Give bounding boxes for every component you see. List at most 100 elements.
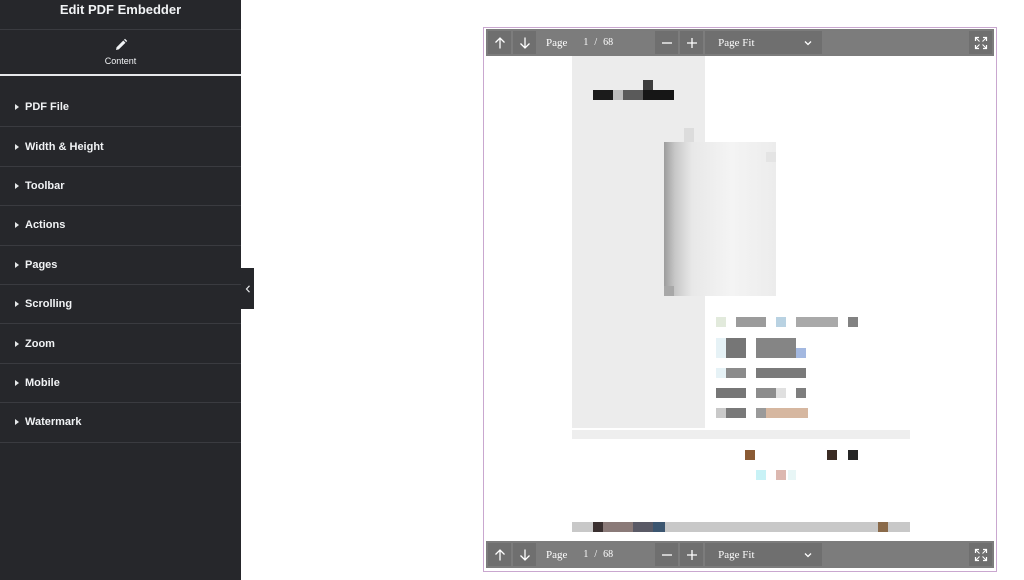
plus-icon [686, 549, 697, 560]
arrow-up-icon [494, 548, 505, 560]
fullscreen-icon [974, 36, 987, 49]
partner-logos [788, 470, 796, 480]
page-footer-bar [878, 522, 888, 532]
section-label: PDF File [25, 101, 70, 114]
partner-logos [745, 450, 755, 460]
chevron-down-icon [804, 40, 812, 45]
zoom-in-button[interactable] [680, 31, 704, 54]
page-footer-bar [603, 522, 633, 532]
tab-content[interactable]: Content [104, 38, 137, 66]
book-image [766, 152, 776, 162]
app-window: Edit PDF Embedder Content PDF File Width… [0, 0, 1024, 580]
next-page-button[interactable] [513, 31, 536, 54]
next-page-button[interactable] [513, 543, 536, 566]
current-page-input[interactable]: 1 [583, 549, 588, 560]
section-label: Actions [25, 219, 66, 232]
zoom-select[interactable]: Page Fit [705, 31, 823, 54]
caret-right-icon [15, 182, 19, 189]
minus-icon [661, 553, 672, 556]
zoom-select[interactable]: Page Fit [705, 543, 823, 566]
minus-icon [661, 41, 672, 44]
prev-page-button[interactable] [488, 31, 511, 54]
editor-panel: Edit PDF Embedder Content PDF File Width… [0, 0, 241, 580]
section-watermark[interactable]: Watermark [0, 403, 241, 443]
zoom-in-button[interactable] [680, 543, 704, 566]
pdf-toolbar-bottom: Page 1 / 68 Page Fit [486, 541, 994, 568]
logo-block [613, 90, 623, 100]
text-block [776, 317, 786, 327]
zoom-select-value: Page Fit [718, 548, 755, 561]
text-block [726, 368, 746, 378]
arrow-up-icon [494, 36, 505, 48]
fullscreen-button[interactable] [969, 543, 992, 566]
text-block [766, 408, 808, 418]
section-toolbar[interactable]: Toolbar [0, 167, 241, 207]
prev-page-button[interactable] [488, 543, 511, 566]
pdf-toolbar-top: Page 1 / 68 Page Fit [486, 29, 994, 56]
text-block [716, 408, 726, 418]
text-block [716, 338, 726, 358]
section-pdf-file[interactable]: PDF File [0, 88, 241, 128]
partner-logos [827, 450, 837, 460]
book-image [664, 142, 776, 296]
caret-right-icon [15, 419, 19, 426]
page-count: 68 [603, 549, 614, 560]
logo-block [643, 80, 653, 90]
section-width-height[interactable]: Width & Height [0, 127, 241, 167]
book-image [664, 286, 674, 296]
caret-right-icon [15, 261, 19, 268]
text-block [796, 348, 806, 358]
text-block [796, 388, 806, 398]
tab-content-label: Content [104, 56, 137, 66]
panel-header: Edit PDF Embedder [0, 0, 241, 30]
section-label: Scrolling [25, 298, 73, 311]
text-block [716, 388, 746, 398]
section-actions[interactable]: Actions [0, 206, 241, 246]
caret-right-icon [15, 379, 19, 386]
partner-logos [776, 470, 786, 480]
text-block [756, 408, 766, 418]
page-separator: / [594, 549, 598, 560]
text-block [736, 317, 766, 327]
text-block [726, 408, 746, 418]
panel-collapse-button[interactable] [241, 268, 254, 309]
text-block [726, 338, 746, 358]
page-footer-bar [593, 522, 603, 532]
caret-right-icon [15, 104, 19, 111]
text-block [716, 317, 726, 327]
section-mobile[interactable]: Mobile [0, 364, 241, 404]
book-image [684, 128, 694, 142]
section-label: Zoom [25, 337, 55, 350]
text-block [756, 338, 796, 358]
fullscreen-button[interactable] [969, 31, 992, 54]
chevron-down-icon [804, 552, 812, 557]
plus-icon [686, 37, 697, 48]
caret-right-icon [15, 143, 19, 150]
text-block [716, 368, 726, 378]
pencil-icon [115, 38, 127, 50]
partner-logos [756, 470, 766, 480]
fullscreen-icon [974, 548, 987, 561]
logo-block [593, 90, 613, 100]
caret-right-icon [15, 222, 19, 229]
zoom-out-button[interactable] [655, 31, 679, 54]
page-divider [572, 430, 910, 439]
page-separator: / [594, 37, 598, 48]
zoom-select-value: Page Fit [718, 36, 755, 49]
partner-logos [848, 450, 858, 460]
section-pages[interactable]: Pages [0, 246, 241, 285]
section-scrolling[interactable]: Scrolling [0, 285, 241, 325]
page-footer-bar [653, 522, 665, 532]
pdf-viewer: Page 1 / 68 Page Fit Page 1 / 68 Page Fi… [483, 27, 997, 572]
page-label: Page [546, 36, 568, 49]
chevron-left-icon [245, 284, 250, 293]
current-page-input[interactable]: 1 [583, 37, 588, 48]
zoom-out-button[interactable] [655, 543, 679, 566]
text-block [848, 317, 858, 327]
section-zoom[interactable]: Zoom [0, 324, 241, 364]
text-block [756, 368, 806, 378]
section-label: Pages [25, 258, 58, 271]
text-block [776, 388, 786, 398]
pdf-page-area[interactable] [486, 56, 994, 541]
page-count: 68 [603, 37, 614, 48]
